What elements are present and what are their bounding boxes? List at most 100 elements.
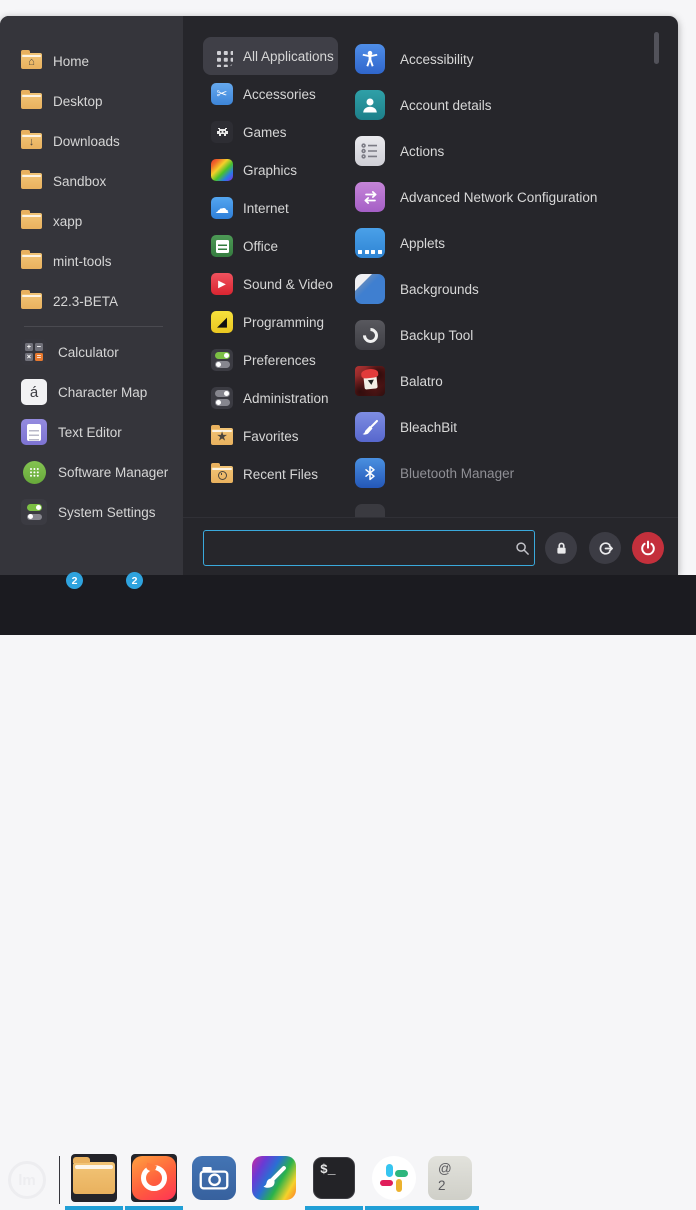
balatro-game-icon xyxy=(355,366,385,396)
sidebar-item-label: Software Manager xyxy=(58,465,168,480)
sidebar-item-sandbox[interactable]: Sandbox xyxy=(0,161,183,201)
logout-button[interactable] xyxy=(589,532,621,564)
play-icon: ▶ xyxy=(211,273,233,295)
user-account-icon xyxy=(355,90,385,120)
menu-main: All Applications ✂ Accessories Games Gra… xyxy=(183,16,678,575)
app-item-advanced-network-configuration[interactable]: Advanced Network Configuration xyxy=(355,174,655,220)
apps-scrollbar-thumb[interactable] xyxy=(654,32,659,64)
taskbar-item-screenshot[interactable] xyxy=(191,1154,237,1202)
folder-star-icon: ★ xyxy=(211,428,233,445)
sidebar-item-label: Text Editor xyxy=(58,425,122,440)
accessibility-icon xyxy=(355,44,385,74)
taskbar-item-terminal[interactable]: $_ xyxy=(311,1154,357,1202)
terminal-icon: $_ xyxy=(313,1157,355,1199)
toggles-green-icon xyxy=(211,349,233,371)
sidebar-item-downloads[interactable]: ↓ Downloads xyxy=(0,121,183,161)
window-indicator-files xyxy=(65,1206,123,1210)
category-recent-files[interactable]: Recent Files xyxy=(203,455,338,493)
search-input[interactable] xyxy=(204,540,510,556)
taskbar-item-firefox[interactable] xyxy=(131,1154,177,1202)
sidebar-item-label: System Settings xyxy=(58,505,156,520)
window-indicator-firefox xyxy=(125,1206,183,1210)
folder-icon xyxy=(21,213,42,229)
lock-button[interactable] xyxy=(545,532,577,564)
sidebar-item-label: Home xyxy=(53,54,89,69)
sidebar-item-desktop[interactable]: Desktop xyxy=(0,81,183,121)
app-item-partial[interactable] xyxy=(355,496,655,517)
logout-icon xyxy=(597,540,614,557)
sidebar-item-text-editor[interactable]: Text Editor xyxy=(0,412,183,452)
scissors-icon: ✂ xyxy=(211,83,233,105)
category-list: All Applications ✂ Accessories Games Gra… xyxy=(203,37,338,493)
folder-icon xyxy=(21,173,42,189)
category-all-applications[interactable]: All Applications xyxy=(203,37,338,75)
app-item-accessibility[interactable]: Accessibility xyxy=(355,36,655,82)
category-sound-video[interactable]: ▶ Sound & Video xyxy=(203,265,338,303)
build-triangle-icon: ◢ xyxy=(211,311,233,333)
category-favorites[interactable]: ★ Favorites xyxy=(203,417,338,455)
category-graphics[interactable]: Graphics xyxy=(203,151,338,189)
category-games[interactable]: Games xyxy=(203,113,338,151)
category-accessories[interactable]: ✂ Accessories xyxy=(203,75,338,113)
app-item-balatro[interactable]: Balatro xyxy=(355,358,655,404)
restore-ring-icon xyxy=(355,320,385,350)
panel-applets-icon xyxy=(355,228,385,258)
taskbar-item-characters[interactable]: @ 2 xyxy=(427,1154,473,1202)
window-indicator-slack xyxy=(365,1206,423,1210)
menu-button[interactable]: lm xyxy=(5,1158,49,1202)
sidebar-item-label: Calculator xyxy=(58,345,119,360)
home-folder-icon: ⌂ xyxy=(21,53,42,69)
power-icon xyxy=(640,540,656,556)
search-icon xyxy=(510,541,534,556)
window-count-badge-firefox: 2 xyxy=(126,572,143,589)
taskbar-separator xyxy=(59,1156,60,1204)
taskbar-item-slack[interactable] xyxy=(371,1154,417,1202)
app-item-backup-tool[interactable]: Backup Tool xyxy=(355,312,655,358)
software-manager-icon xyxy=(21,459,47,485)
sidebar-item-character-map[interactable]: á Character Map xyxy=(0,372,183,412)
category-programming[interactable]: ◢ Programming xyxy=(203,303,338,341)
document-icon xyxy=(211,235,233,257)
toggles-gray-icon xyxy=(211,387,233,409)
category-administration[interactable]: Administration xyxy=(203,379,338,417)
camera-icon xyxy=(192,1156,236,1200)
sidebar-item-mint-tools[interactable]: mint-tools xyxy=(0,241,183,281)
taskbar-item-drawing[interactable] xyxy=(251,1154,297,1202)
sidebar-item-system-settings[interactable]: System Settings xyxy=(0,492,183,532)
sidebar-item-home[interactable]: ⌂ Home xyxy=(0,41,183,81)
power-button[interactable] xyxy=(632,532,664,564)
invader-icon xyxy=(211,121,233,143)
app-item-actions[interactable]: Actions xyxy=(355,128,655,174)
grid-icon xyxy=(211,45,233,67)
sidebar-item-beta[interactable]: 22.3-BETA xyxy=(0,281,183,321)
sidebar-item-xapp[interactable]: xapp xyxy=(0,201,183,241)
category-internet[interactable]: ☁ Internet xyxy=(203,189,338,227)
paintbrush-icon xyxy=(252,1156,296,1200)
text-editor-icon xyxy=(21,419,47,445)
application-list: Accessibility Account details Actions xyxy=(355,36,655,517)
taskbar-item-files[interactable] xyxy=(71,1154,117,1202)
folder-clock-icon xyxy=(211,466,233,483)
menu-sidebar: ⌂ Home Desktop ↓ Downloads Sandbox xapp xyxy=(0,16,183,575)
mint-menu-panel: ⌂ Home Desktop ↓ Downloads Sandbox xapp xyxy=(0,16,678,575)
calculator-icon: +−×= xyxy=(21,339,47,365)
at-symbol-icon: @ 2 xyxy=(428,1156,472,1200)
slack-icon xyxy=(372,1156,416,1200)
app-item-bluetooth-manager[interactable]: Bluetooth Manager xyxy=(355,450,655,496)
sidebar-item-software-manager[interactable]: Software Manager xyxy=(0,452,183,492)
app-item-account-details[interactable]: Account details xyxy=(355,82,655,128)
folder-icon xyxy=(21,93,42,109)
window-indicator-characters xyxy=(421,1206,479,1210)
firefox-icon xyxy=(132,1156,176,1200)
desktop: ⌂ Home Desktop ↓ Downloads Sandbox xapp xyxy=(0,0,696,635)
app-item-backgrounds[interactable]: Backgrounds xyxy=(355,266,655,312)
app-item-applets[interactable]: Applets xyxy=(355,220,655,266)
sidebar-item-calculator[interactable]: +−×= Calculator xyxy=(0,332,183,372)
downloads-folder-icon: ↓ xyxy=(21,133,42,149)
category-preferences[interactable]: Preferences xyxy=(203,341,338,379)
sidebar-item-label: Sandbox xyxy=(53,174,106,189)
category-office[interactable]: Office xyxy=(203,227,338,265)
network-arrows-icon xyxy=(355,182,385,212)
search-box xyxy=(203,530,535,566)
app-item-bleachbit[interactable]: BleachBit xyxy=(355,404,655,450)
